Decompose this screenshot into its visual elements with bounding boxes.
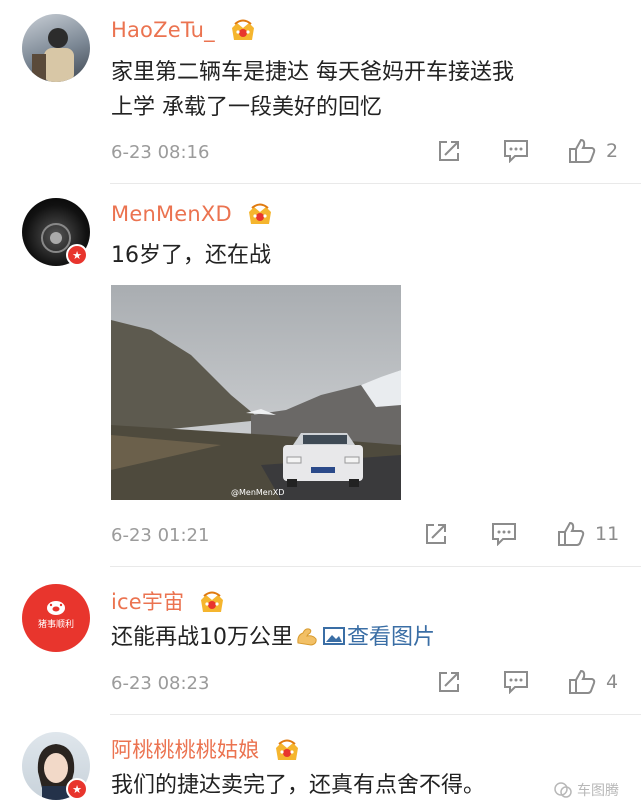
- comment-time: 6-23 08:23: [111, 673, 210, 694]
- comment-icon: [504, 671, 528, 694]
- comment-button[interactable]: [491, 522, 517, 546]
- comment-button[interactable]: [503, 139, 529, 163]
- repost-button[interactable]: [437, 139, 461, 163]
- username[interactable]: ice宇宙: [111, 586, 225, 616]
- vip-crown-icon: [248, 203, 271, 224]
- like-count: 11: [595, 523, 620, 545]
- vip-crown-icon: [276, 739, 299, 760]
- share-icon: [426, 524, 446, 544]
- thumbs-up-icon: [558, 521, 585, 546]
- avatar[interactable]: 猪事顺利: [22, 584, 90, 652]
- repost-button[interactable]: [437, 670, 461, 694]
- like-button[interactable]: 11: [557, 521, 619, 547]
- divider: [110, 183, 641, 184]
- image-icon: [323, 627, 345, 645]
- comment-button[interactable]: [503, 670, 529, 694]
- comment-text: 家里第二辆车是捷达 每天爸妈开车接送我 上学 承载了一段美好的回忆: [111, 60, 514, 120]
- svg-text:猪事顺利: 猪事顺利: [38, 618, 74, 630]
- like-button[interactable]: 2: [568, 138, 618, 164]
- person-photo-avatar-icon: [32, 28, 74, 82]
- username[interactable]: 阿桃桃桃桃姑娘: [111, 734, 300, 764]
- comment-photo[interactable]: @MenMenXD: [111, 285, 401, 500]
- mountain-road-car-photo: @MenMenXD: [111, 285, 401, 500]
- verified-badge-icon: ★: [66, 244, 88, 266]
- flex-arm-emoji-icon: [297, 628, 317, 646]
- like-count: 2: [606, 140, 619, 162]
- repost-button[interactable]: [424, 522, 448, 546]
- username[interactable]: MenMenXD: [111, 202, 273, 227]
- share-icon: [439, 141, 459, 161]
- comment-icon: [492, 523, 516, 546]
- divider: [110, 714, 641, 715]
- comment-text: 16岁了，还在战: [111, 243, 271, 268]
- thumbs-up-icon: [569, 138, 596, 163]
- comment-text: 还能再战10万公里 查看图片: [111, 625, 436, 650]
- pig-logo-avatar-icon: 猪事顺利: [38, 601, 74, 630]
- wechat-logo-icon: [554, 782, 572, 798]
- share-icon: [439, 672, 459, 692]
- like-count: 4: [606, 671, 619, 693]
- thumbs-up-icon: [569, 669, 596, 694]
- vip-crown-icon: [231, 19, 254, 40]
- comment-text: 我们的捷达卖完了，还真有点舍不得。: [111, 773, 486, 798]
- like-button[interactable]: 4: [568, 669, 618, 695]
- divider: [110, 566, 641, 567]
- photo-watermark: @MenMenXD: [231, 488, 284, 497]
- comment-time: 6-23 01:21: [111, 525, 210, 546]
- watermark: 车图腾: [553, 780, 619, 800]
- vip-crown-icon: [201, 591, 224, 612]
- avatar[interactable]: [22, 14, 90, 82]
- comment-time: 6-23 08:16: [111, 142, 210, 163]
- verified-badge-icon: ★: [66, 778, 88, 800]
- comment-icon: [504, 140, 528, 163]
- view-image-link[interactable]: 查看图片: [319, 625, 435, 650]
- username[interactable]: HaoZeTu_: [111, 18, 256, 43]
